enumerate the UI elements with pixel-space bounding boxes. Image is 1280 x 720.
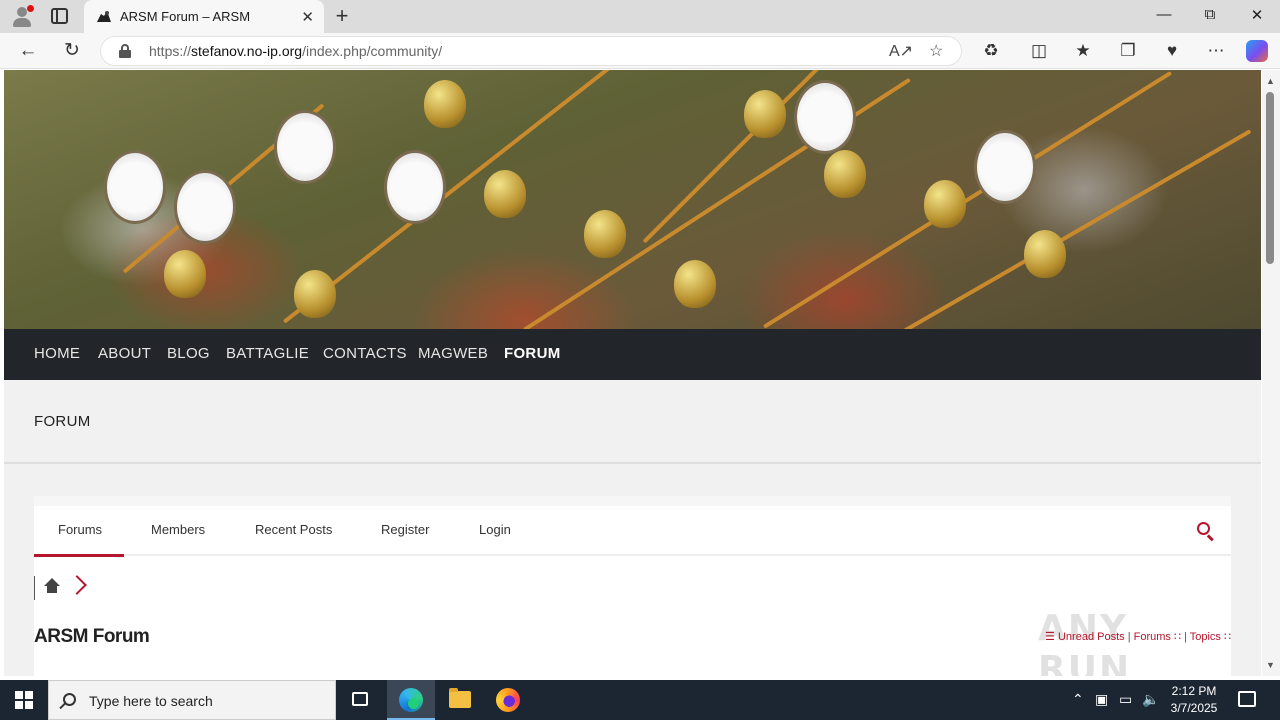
favorites-icon[interactable]: ★ [1072,40,1094,62]
forum-container: Forums Members Recent Posts Register Log… [34,496,1231,676]
nav-blog[interactable]: BLOG [167,345,210,362]
nav-forum[interactable]: FORUM [504,345,561,362]
favorite-star-icon[interactable]: ☆ [929,41,943,61]
system-clock[interactable]: 2:12 PM 3/7/2025 [1162,683,1226,717]
url-text: https://stefanov.no-ip.org/index.php/com… [149,43,443,59]
nav-contacts[interactable]: CONTACTS [323,345,407,362]
new-tab-button[interactable]: + [331,3,353,29]
meet-now-icon[interactable]: ▣ [1095,691,1108,708]
unread-posts-link[interactable]: Unread Posts [1058,631,1125,643]
nav-about[interactable]: ABOUT [98,345,151,362]
taskbar-search-placeholder: Type here to search [89,693,213,709]
nav-home[interactable]: HOME [34,345,80,362]
back-icon[interactable]: ← [16,39,40,63]
chevron-right-icon [67,575,87,595]
windows-taskbar: Type here to search ⌃ ▣ ▭ 🔈 2:12 PM 3/7/… [0,680,1280,720]
rss-icon: ∷ [1224,631,1231,643]
scroll-down-icon[interactable]: ▼ [1266,660,1275,670]
read-aloud-icon[interactable]: A↗ [889,41,913,61]
forums-feed-link[interactable]: Forums [1134,631,1171,643]
nav-battaglie[interactable]: BATTAGLIE [226,345,309,362]
tab-forums[interactable]: Forums [58,522,102,537]
volume-icon[interactable]: 🔈 [1142,691,1159,708]
topics-feed-link[interactable]: Topics [1190,631,1221,643]
task-view-button[interactable] [336,680,384,720]
minimize-icon[interactable]: — [1149,6,1179,23]
taskbar-firefox[interactable] [484,680,532,720]
forum-search-icon[interactable] [1197,522,1215,542]
site-favicon-icon [97,11,111,22]
site-main-nav: HOME ABOUT BLOG BATTAGLIE CONTACTS MAGWE… [4,329,1261,380]
start-button[interactable] [0,680,48,720]
collections-icon[interactable]: ❐ [1117,40,1139,62]
copilot-icon[interactable] [1246,40,1268,62]
profile-avatar-icon[interactable] [10,5,34,29]
unread-posts-icon: ☰ [1045,631,1055,643]
folder-icon [449,688,471,708]
active-tab-underline [34,554,124,557]
firefox-icon [496,688,520,712]
taskbar-search-box[interactable]: Type here to search [48,680,336,720]
notifications-icon[interactable] [1238,691,1256,707]
url-field[interactable]: https://stefanov.no-ip.org/index.php/com… [100,36,962,66]
forum-nav: Forums Members Recent Posts Register Log… [34,506,1231,557]
restore-icon[interactable]: ⧉ [1195,6,1225,23]
taskbar-edge[interactable] [387,680,435,720]
network-icon[interactable]: ▭ [1119,691,1132,708]
rss-icon: ∷ [1173,631,1181,643]
page-viewport: HOME ABOUT BLOG BATTAGLIE CONTACTS MAGWE… [4,70,1261,676]
nav-magweb[interactable]: MAGWEB [418,345,488,362]
close-window-icon[interactable]: ✕ [1242,6,1272,24]
page-title: FORUM [34,413,91,430]
browser-tab-strip: ARSM Forum – ARSM ✕ + — ⧉ ✕ [0,0,1280,33]
address-bar-row: ← ↻ https://stefanov.no-ip.org/index.php… [0,33,1280,69]
forum-quick-links: ☰ Unread Posts | Forums ∷ | Topics ∷ [1045,631,1231,643]
browser-essentials-icon[interactable]: ♥ [1161,40,1183,62]
edge-icon [399,688,423,712]
tab-recent-posts[interactable]: Recent Posts [255,522,332,537]
refresh-icon[interactable]: ↻ [60,39,84,63]
task-view-icon [352,692,368,706]
tab-members[interactable]: Members [151,522,205,537]
tab-close-icon[interactable]: ✕ [301,8,314,26]
tab-actions-icon[interactable] [51,8,68,24]
extensions-icon[interactable]: ♻ [980,40,1002,62]
show-hidden-icons-icon[interactable]: ⌃ [1072,691,1084,708]
browser-tab-active[interactable]: ARSM Forum – ARSM ✕ [84,0,324,33]
clock-date: 3/7/2025 [1170,701,1218,715]
forum-title: ARSM Forum [34,626,150,647]
taskbar-file-explorer[interactable] [436,680,484,720]
tab-login[interactable]: Login [479,522,511,537]
search-icon [63,693,76,706]
header-banner-image [4,70,1261,329]
split-screen-icon[interactable]: ◫ [1028,40,1050,62]
tab-title: ARSM Forum – ARSM [120,9,251,24]
scroll-up-icon[interactable]: ▲ [1266,76,1275,86]
more-options-icon[interactable]: ⋯ [1205,40,1227,62]
home-icon[interactable] [44,578,60,594]
page-scrollbar[interactable]: ▲ ▼ [1262,70,1280,676]
tab-register[interactable]: Register [381,522,429,537]
clock-time: 2:12 PM [1171,684,1217,698]
page-header: FORUM [4,380,1261,464]
scroll-thumb[interactable] [1266,92,1274,264]
lock-icon[interactable] [119,44,131,58]
